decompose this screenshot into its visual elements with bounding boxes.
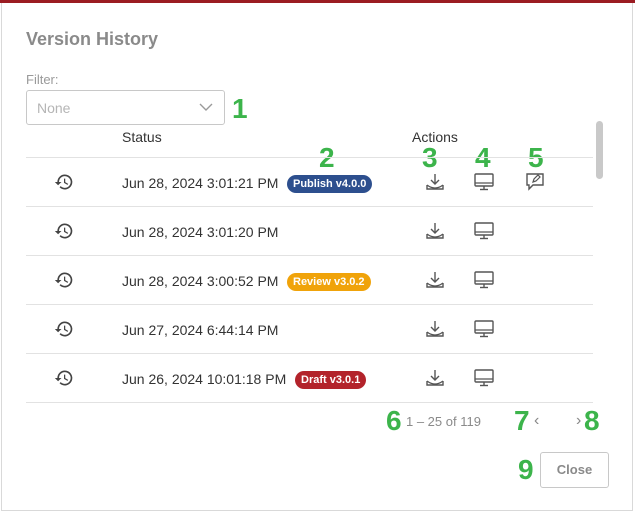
- annotation-9: 9: [518, 454, 534, 485]
- annotation-6: 6: [386, 405, 402, 436]
- history-icon[interactable]: [54, 270, 74, 290]
- filter-value: None: [37, 100, 71, 116]
- annotation-7: 7: [514, 405, 530, 436]
- column-header-status: Status: [122, 129, 162, 145]
- list-scrollbar[interactable]: [596, 121, 603, 179]
- history-icon[interactable]: [54, 368, 74, 388]
- version-timestamp: Jun 28, 2024 3:00:52 PM: [122, 273, 279, 289]
- chevron-left-icon[interactable]: ‹: [534, 412, 539, 430]
- download-icon[interactable]: [424, 220, 446, 242]
- list-divider: [26, 402, 593, 403]
- download-icon[interactable]: [424, 171, 446, 193]
- version-timestamp: Jun 28, 2024 3:01:20 PM: [122, 224, 279, 240]
- pagination-range: 1 – 25 of 119: [406, 414, 481, 429]
- status-badge: Review v3.0.2: [287, 273, 371, 291]
- filter-label: Filter:: [26, 72, 59, 87]
- filter-dropdown[interactable]: None: [26, 90, 225, 125]
- preview-monitor-icon[interactable]: [473, 220, 495, 242]
- download-icon[interactable]: [424, 269, 446, 291]
- download-icon[interactable]: [424, 367, 446, 389]
- preview-monitor-icon[interactable]: [473, 367, 495, 389]
- version-timestamp: Jun 27, 2024 6:44:14 PM: [122, 322, 279, 338]
- version-row: Jun 28, 2024 3:00:52 PM Review v3.0.2: [26, 255, 593, 304]
- close-button[interactable]: Close: [540, 452, 609, 488]
- annotation-1: 1: [232, 93, 248, 124]
- annotation-8: 8: [584, 405, 600, 436]
- preview-monitor-icon[interactable]: [473, 318, 495, 340]
- version-row: Jun 28, 2024 3:01:20 PM: [26, 206, 593, 255]
- version-row: Jun 28, 2024 3:01:21 PM Publish v4.0.0: [26, 157, 593, 206]
- download-icon[interactable]: [424, 318, 446, 340]
- status-badge: Draft v3.0.1: [295, 371, 367, 389]
- edit-note-icon[interactable]: [524, 170, 546, 192]
- version-row: Jun 26, 2024 10:01:18 PM Draft v3.0.1: [26, 353, 593, 402]
- status-badge: Publish v4.0.0: [287, 175, 373, 193]
- preview-monitor-icon[interactable]: [473, 269, 495, 291]
- history-icon[interactable]: [54, 221, 74, 241]
- dialog-title: Version History: [26, 29, 159, 49]
- chevron-right-icon[interactable]: ›: [576, 412, 581, 430]
- version-row: Jun 27, 2024 6:44:14 PM: [26, 304, 593, 353]
- version-timestamp: Jun 26, 2024 10:01:18 PM: [122, 371, 287, 387]
- chevron-down-icon: [199, 103, 213, 111]
- version-timestamp: Jun 28, 2024 3:01:21 PM: [122, 175, 279, 191]
- history-icon[interactable]: [54, 172, 74, 192]
- history-icon[interactable]: [54, 319, 74, 339]
- preview-monitor-icon[interactable]: [473, 171, 495, 193]
